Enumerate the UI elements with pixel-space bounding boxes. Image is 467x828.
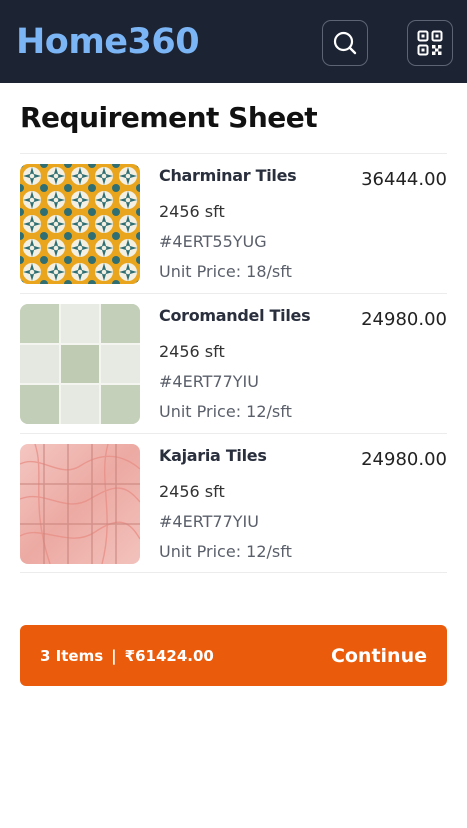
product-unit-price: Unit Price: 12/sft bbox=[159, 402, 292, 421]
product-price: 24980.00 bbox=[361, 449, 447, 470]
product-price: 36444.00 bbox=[361, 169, 447, 190]
product-image bbox=[20, 444, 140, 564]
app-logo[interactable]: Home360 bbox=[16, 20, 200, 64]
cart-summary: 3 Items | ₹61424.00 bbox=[40, 647, 214, 665]
product-unit-price: Unit Price: 18/sft bbox=[159, 262, 292, 281]
product-name: Coromandel Tiles bbox=[159, 306, 311, 325]
qr-scan-button[interactable] bbox=[407, 20, 453, 66]
list-item[interactable]: Charminar Tiles 36444.00 2456 sft #4ERT5… bbox=[20, 153, 447, 293]
list-item[interactable]: Kajaria Tiles 24980.00 2456 sft #4ERT77Y… bbox=[20, 433, 447, 573]
search-button[interactable] bbox=[322, 20, 368, 66]
app-header: Home360 bbox=[0, 0, 467, 83]
search-icon bbox=[333, 31, 357, 55]
product-quantity: 2456 sft bbox=[159, 342, 225, 361]
continue-button[interactable]: Continue bbox=[331, 645, 427, 667]
product-code: #4ERT77YIU bbox=[159, 372, 259, 391]
qr-code-icon bbox=[417, 30, 443, 56]
product-quantity: 2456 sft bbox=[159, 482, 225, 501]
page-title: Requirement Sheet bbox=[20, 101, 318, 134]
product-image bbox=[20, 164, 140, 284]
cart-total: ₹61424.00 bbox=[124, 646, 214, 665]
product-unit-price: Unit Price: 12/sft bbox=[159, 542, 292, 561]
product-code: #4ERT55YUG bbox=[159, 232, 267, 251]
product-image bbox=[20, 304, 140, 424]
cart-items-count: 3 Items bbox=[40, 646, 104, 665]
list-item[interactable]: Coromandel Tiles 24980.00 2456 sft #4ERT… bbox=[20, 293, 447, 433]
cart-separator: | bbox=[111, 646, 117, 665]
product-name: Kajaria Tiles bbox=[159, 446, 267, 465]
requirement-list: Charminar Tiles 36444.00 2456 sft #4ERT5… bbox=[20, 153, 447, 573]
product-quantity: 2456 sft bbox=[159, 202, 225, 221]
product-price: 24980.00 bbox=[361, 309, 447, 330]
product-code: #4ERT77YIU bbox=[159, 512, 259, 531]
product-name: Charminar Tiles bbox=[159, 166, 297, 185]
cart-continue-bar[interactable]: 3 Items | ₹61424.00 Continue bbox=[20, 625, 447, 686]
